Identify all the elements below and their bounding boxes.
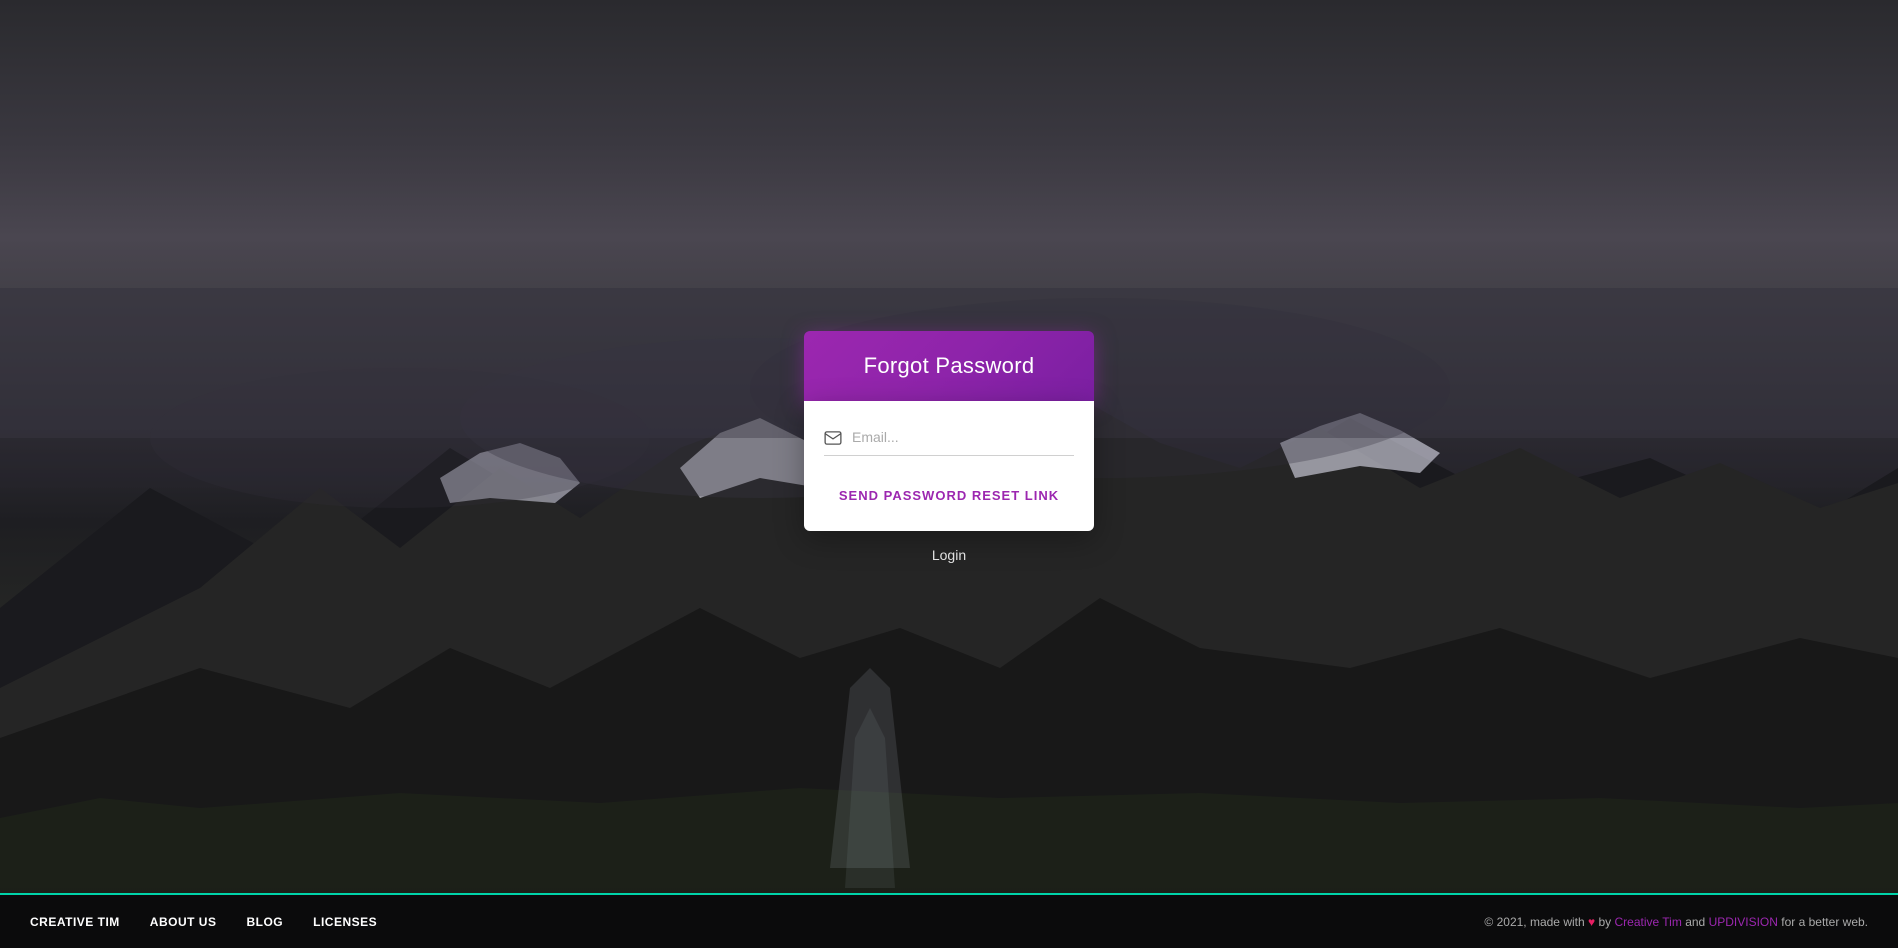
copyright-and: and bbox=[1685, 915, 1705, 929]
footer-copyright: © 2021, made with ♥ by Creative Tim and … bbox=[1484, 915, 1868, 929]
footer-links: CREATIVE TIM ABOUT US BLOG LICENSES bbox=[30, 915, 377, 929]
copyright-suffix: for a better web. bbox=[1781, 915, 1868, 929]
card-body: SEND PASSWORD RESET LINK bbox=[804, 401, 1094, 531]
heart-icon: ♥ bbox=[1588, 915, 1595, 929]
footer: CREATIVE TIM ABOUT US BLOG LICENSES © 20… bbox=[0, 893, 1898, 948]
about-us-link[interactable]: ABOUT US bbox=[150, 915, 217, 929]
copyright-prefix: © 2021, made with bbox=[1484, 915, 1584, 929]
card-header: Forgot Password bbox=[804, 331, 1094, 401]
email-icon bbox=[824, 431, 842, 445]
creative-tim-credit[interactable]: Creative Tim bbox=[1615, 915, 1682, 929]
email-field[interactable] bbox=[852, 425, 1074, 449]
main-content: Forgot Password SEND PASSWORD RESET LINK… bbox=[0, 0, 1898, 893]
blog-link[interactable]: BLOG bbox=[246, 915, 283, 929]
licenses-link[interactable]: LICENSES bbox=[313, 915, 377, 929]
copyright-by: by bbox=[1598, 915, 1611, 929]
email-input-group bbox=[824, 425, 1074, 456]
login-link[interactable]: Login bbox=[932, 547, 966, 563]
send-reset-link-button[interactable]: SEND PASSWORD RESET LINK bbox=[824, 480, 1074, 511]
updivision-credit[interactable]: UPDIVISION bbox=[1709, 915, 1778, 929]
creative-tim-link[interactable]: CREATIVE TIM bbox=[30, 915, 120, 929]
card-title: Forgot Password bbox=[824, 353, 1074, 379]
forgot-password-card: Forgot Password SEND PASSWORD RESET LINK bbox=[804, 331, 1094, 531]
